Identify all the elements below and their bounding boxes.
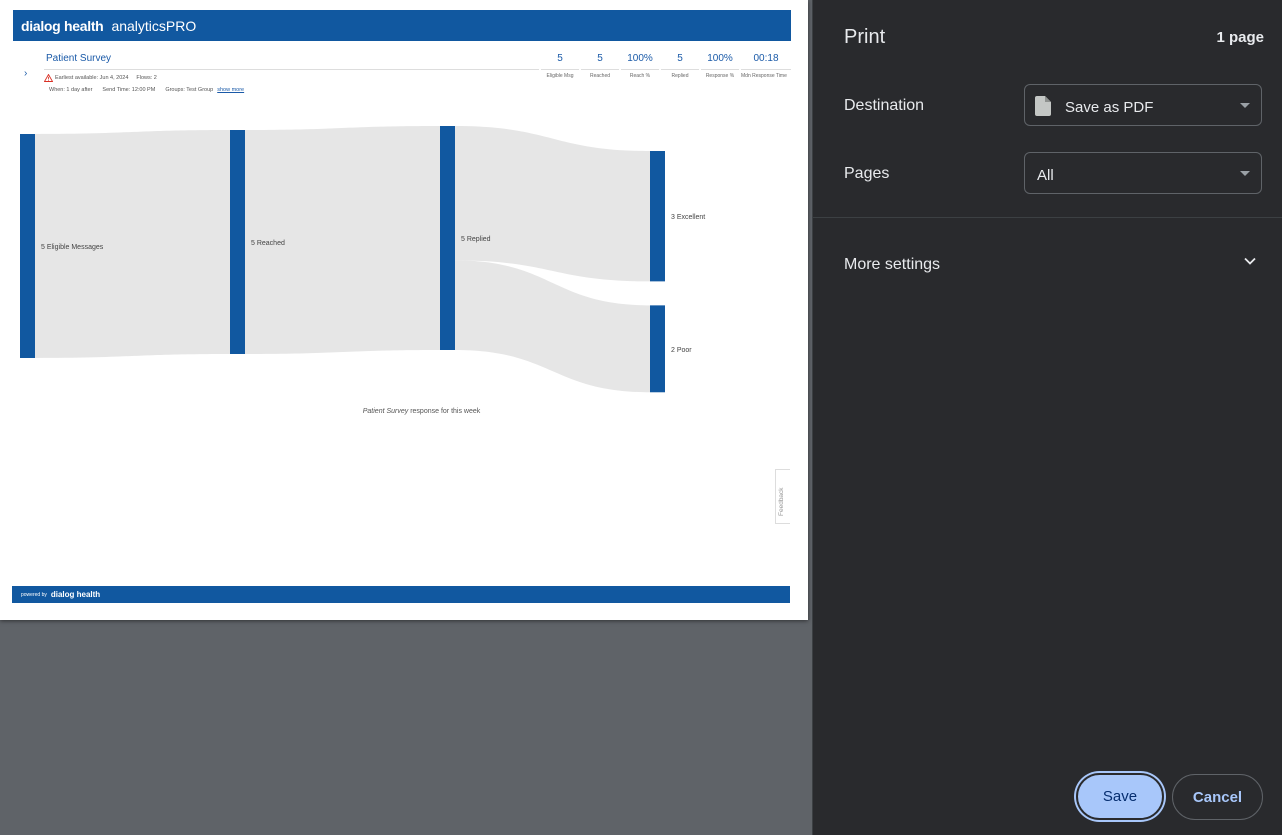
meta-when: When: 1 day after (49, 87, 93, 93)
stat-value: 5 (597, 53, 603, 64)
sankey-node-label: 5 Replied (461, 236, 491, 243)
print-title: Print (844, 26, 886, 48)
stat-label: Mdn Response Time (741, 73, 787, 79)
stat-label: Replied (671, 73, 689, 79)
sankey-node-replied[interactable] (440, 126, 455, 350)
destination-value: Save as PDF (1065, 99, 1154, 116)
survey-title[interactable]: Patient Survey (46, 53, 111, 64)
print-settings-panel: Print 1 page Destination Save as PDF Pag… (812, 0, 1282, 835)
feedback-tab[interactable]: Feedback (775, 469, 790, 524)
page-count: 1 page (1216, 29, 1264, 46)
sankey-chart: 5 Eligible Messages 5 Reached 5 Replied 3 E… (20, 126, 705, 393)
survey-meta-row: Earliest available: Jun 4, 2024 Flows: 2 (44, 74, 157, 82)
report-header-bar: dialog health analyticsPRO (13, 10, 791, 41)
survey-meta-row-2: When: 1 day after Send Time: 12:00 PM Gr… (49, 87, 244, 93)
save-button[interactable]: Save (1076, 773, 1164, 820)
sankey-link-2 (455, 126, 650, 282)
meta-groups: Groups: Test Group (165, 87, 214, 93)
chart-caption: Patient Survey response for this week (0, 408, 808, 415)
stat-value: 00:18 (753, 53, 779, 64)
sankey-node-label: 2 Poor (671, 347, 692, 354)
document-icon (1035, 96, 1051, 116)
dropdown-caret-icon (1240, 103, 1250, 108)
title-divider (44, 69, 539, 70)
expand-chevron-icon[interactable]: › (24, 68, 27, 79)
stat-value: 100% (627, 53, 653, 64)
sankey-node-label: 5 Reached (251, 240, 285, 247)
pages-select[interactable]: All (1024, 152, 1262, 194)
destination-label: Destination (844, 97, 925, 114)
stat-value: 5 (557, 53, 563, 64)
stat-reach-pct: 100% Reach % (621, 52, 659, 79)
brand-name: dialog health (21, 17, 104, 34)
dropdown-caret-icon (1240, 171, 1250, 176)
more-settings-toggle[interactable]: More settings (813, 240, 1282, 288)
destination-select[interactable]: Save as PDF (1024, 84, 1262, 126)
meta-earliest: Earliest available: Jun 4, 2024 (55, 75, 129, 81)
footer-brand-logo: dialog health (50, 590, 101, 599)
sankey-node-label: 5 Eligible Messages (41, 244, 104, 251)
feedback-label: Feedback (778, 487, 785, 516)
footer-powered-by: powered by (21, 591, 47, 598)
stat-label: Reach % (629, 73, 651, 79)
brand-logo: dialog health (21, 17, 104, 34)
meta-flows: Flows: 2 (136, 75, 157, 81)
stat-value: 5 (677, 53, 683, 64)
sankey-node-poor[interactable] (650, 305, 665, 393)
sankey-node-label: 3 Excellent (671, 214, 705, 221)
stat-label: Reached (589, 73, 610, 79)
stat-eligible: 5 Eligible Msg (541, 52, 579, 79)
more-settings-label: More settings (844, 256, 941, 273)
sankey-node-reached[interactable] (230, 130, 245, 354)
report-footer-bar: powered by dialog health (12, 586, 790, 603)
meta-send-time: Send Time: 12:00 PM (102, 87, 156, 93)
stat-response-pct: 100% Response % (701, 52, 739, 79)
cancel-button[interactable]: Cancel (1172, 774, 1263, 820)
caption-survey-name: Patient Survey (362, 408, 409, 415)
stat-value: 100% (707, 53, 733, 64)
caption-text: response for this week (408, 408, 481, 415)
preview-page: dialog health analyticsPRO › Patient Sur… (0, 0, 808, 620)
stat-label: Eligible Msg (546, 73, 574, 79)
stat-reached: 5 Reached (581, 52, 619, 79)
show-more-link[interactable]: show more (217, 87, 244, 93)
sankey-node-excellent[interactable] (650, 151, 665, 282)
panel-divider (813, 217, 1282, 218)
stat-label: Response % (705, 73, 735, 79)
stat-median-response: 00:18 Mdn Response Time (741, 52, 791, 79)
stat-replied: 5 Replied (661, 52, 699, 79)
print-preview-area: dialog health analyticsPRO › Patient Sur… (0, 0, 812, 835)
pages-label: Pages (844, 165, 890, 182)
chevron-down-icon (1244, 257, 1256, 265)
pages-value: All (1037, 167, 1054, 184)
product-name: analyticsPRO (111, 17, 197, 34)
sankey-node-eligible-messages[interactable] (20, 134, 35, 358)
warning-icon (44, 74, 53, 82)
